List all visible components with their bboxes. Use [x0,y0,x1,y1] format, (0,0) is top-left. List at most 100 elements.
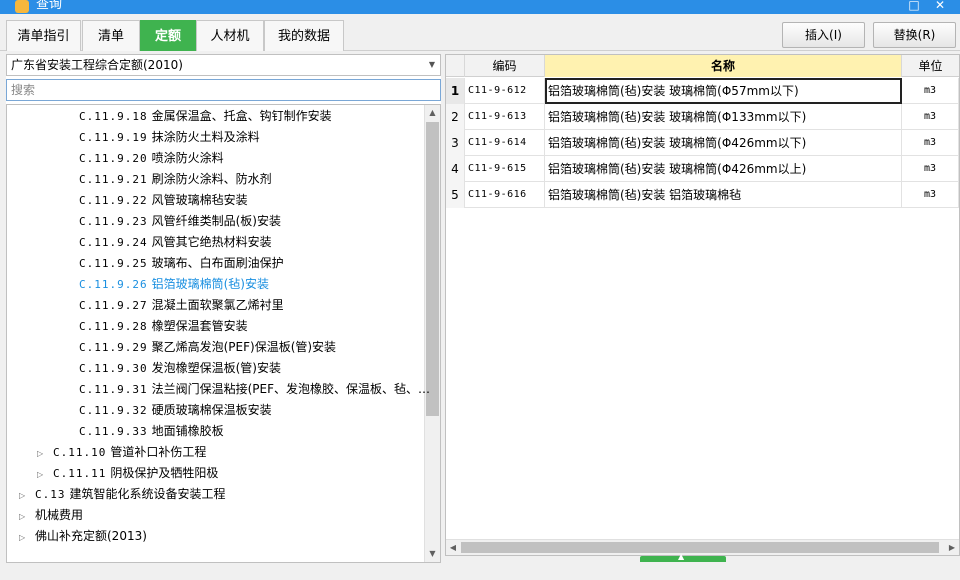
row-index[interactable]: 3 [446,130,465,156]
row-unit[interactable]: m3 [902,130,959,156]
tree-item[interactable]: C.11.9.18 金属保温盒、托盒、钩钉制作安装 [71,106,332,127]
header-unit[interactable]: 单位 [902,55,959,77]
expand-arrow-icon[interactable]: ▷ [37,443,47,464]
tree-item[interactable]: C.11.9.26 铝箔玻璃棉筒(毡)安装 [71,274,269,295]
replace-button[interactable]: 替换(R) [873,22,956,48]
tree-item-code: C.11.9.24 [79,236,148,249]
header-code[interactable]: 编码 [465,55,545,77]
tree-item-label: 机械费用 [35,508,84,522]
tree-item[interactable]: C.11.9.32 硬质玻璃棉保温板安装 [71,400,272,421]
row-code[interactable]: C11-9-615 [465,156,545,182]
tree-item-code: C.11.9.22 [79,194,148,207]
tree-item-code: C.11.9.29 [79,341,148,354]
tree-item-label: 铝箔玻璃棉筒(毡)安装 [151,277,269,291]
row-unit[interactable]: m3 [902,156,959,182]
tab-labor-material-machine[interactable]: 人材机 [196,20,264,51]
scroll-down-icon[interactable]: ▼ [425,546,440,562]
row-unit[interactable]: m3 [902,104,959,130]
tree-item[interactable]: C.11.9.23 风管纤维类制品(板)安装 [71,211,281,232]
tree-item[interactable]: ▷ 机械费用 [19,505,83,526]
expand-arrow-icon[interactable]: ▷ [19,506,29,527]
tree-item-code: C.11.10 [53,446,107,459]
quota-library-select[interactable]: 广东省安装工程综合定额(2010) ▼ [6,54,441,76]
row-index[interactable]: 5 [446,182,465,208]
tree-item-code: C.11.9.20 [79,152,148,165]
tree-item[interactable]: C.11.9.19 抹涂防火土料及涂料 [71,127,260,148]
tree-item-code: C.11.9.26 [79,278,148,291]
search-input[interactable] [6,79,441,101]
tree-item[interactable]: C.11.9.25 玻璃布、白布面刷油保护 [71,253,284,274]
tree-item-code: C.11.9.25 [79,257,148,270]
scroll-thumb[interactable] [426,122,439,416]
row-unit[interactable]: m3 [902,78,959,104]
row-name[interactable]: 铝箔玻璃棉筒(毡)安装 铝箔玻璃棉毡 [545,182,902,208]
tab-bill-guide[interactable]: 清单指引 [6,20,81,51]
tree-item-code: C.11.9.33 [79,425,148,438]
tree-item-code: C.11.9.30 [79,362,148,375]
close-icon[interactable]: ✕ [930,0,950,13]
table-row[interactable]: 4 C11-9-615 铝箔玻璃棉筒(毡)安装 玻璃棉筒(Φ426mm以上) m3 [446,156,959,182]
tree-item-code: C.11.9.23 [79,215,148,228]
row-code[interactable]: C11-9-614 [465,130,545,156]
tree-item[interactable]: ▷ C.11.10 管道补口补伤工程 [37,442,206,463]
tree-item-code: C.11.9.31 [79,383,148,396]
tree-item[interactable]: C.11.9.21 刷涂防火涂料、防水剂 [71,169,272,190]
row-name[interactable]: 铝箔玻璃棉筒(毡)安装 玻璃棉筒(Φ57mm以下) [545,78,902,104]
expand-arrow-icon[interactable]: ▷ [37,464,47,485]
tab-bar: 清单指引 清单 定额 人材机 我的数据 插入(I) 替换(R) [0,14,960,51]
tree-item[interactable]: C.11.9.20 喷涂防火涂料 [71,148,224,169]
tree-item[interactable]: C.11.9.33 地面铺橡胶板 [71,421,224,442]
tab-quota[interactable]: 定额 [140,20,196,51]
tree-item[interactable]: ▷ C.11.11 阴极保护及牺牲阳极 [37,463,218,484]
scroll-right-icon[interactable]: ▶ [945,540,959,555]
tree-item[interactable]: C.11.9.29 聚乙烯高发泡(PEF)保温板(管)安装 [71,337,336,358]
insert-button[interactable]: 插入(I) [782,22,865,48]
tree-item-code: C.13 [35,488,66,501]
row-unit[interactable]: m3 [902,182,959,208]
left-panel: 广东省安装工程综合定额(2010) ▼ ▲ ▼ C.11.9.18金属保温盒、托… [6,54,441,563]
row-index[interactable]: 4 [446,156,465,182]
window-title: 查询 [36,0,63,12]
tab-bill[interactable]: 清单 [82,20,140,51]
row-name[interactable]: 铝箔玻璃棉筒(毡)安装 玻璃棉筒(Φ133mm以下) [545,104,902,130]
scroll-up-icon[interactable]: ▲ [425,105,440,121]
row-index[interactable]: 2 [446,104,465,130]
expand-arrow-icon[interactable]: ▷ [19,485,29,506]
tree-item-label: 聚乙烯高发泡(PEF)保温板(管)安装 [151,340,337,354]
row-name[interactable]: 铝箔玻璃棉筒(毡)安装 玻璃棉筒(Φ426mm以上) [545,156,902,182]
dropdown-arrow-icon[interactable]: ▼ [429,55,435,75]
tree-item[interactable]: C.11.9.24 风管其它绝热材料安装 [71,232,272,253]
tree-item-code: C.11.9.32 [79,404,148,417]
tree-item[interactable]: C.11.9.28 橡塑保温套管安装 [71,316,248,337]
row-index[interactable]: 1 [446,78,465,104]
row-code[interactable]: C11-9-612 [465,78,545,104]
tree-item-label: 建筑智能化系统设备安装工程 [69,487,226,501]
tree-item[interactable]: ▷ C.13 建筑智能化系统设备安装工程 [19,484,226,505]
h-scroll-thumb[interactable] [461,542,939,553]
tree-item[interactable]: C.11.9.22 风管玻璃棉毡安装 [71,190,248,211]
maximize-icon[interactable]: □ [904,0,924,13]
expand-arrow-icon[interactable]: ▷ [19,527,29,548]
tree-vertical-scrollbar[interactable]: ▲ ▼ [424,105,440,562]
table-row[interactable]: 1 C11-9-612 铝箔玻璃棉筒(毡)安装 玻璃棉筒(Φ57mm以下) m3 [446,78,959,104]
tree-item[interactable]: ▷ 佛山补充定额(2013) [19,526,147,547]
tree-item[interactable]: C.11.9.31 法兰阀门保温粘接(PEF、发泡橡胶、保温板、毡、… [71,379,430,400]
row-code[interactable]: C11-9-613 [465,104,545,130]
row-code[interactable]: C11-9-616 [465,182,545,208]
grid-horizontal-scrollbar[interactable]: ◀ ▶ [446,539,959,555]
tree-item[interactable]: C.11.9.27 混凝土面软聚氯乙烯衬里 [71,295,284,316]
header-name[interactable]: 名称 [545,55,902,77]
table-row[interactable]: 2 C11-9-613 铝箔玻璃棉筒(毡)安装 玻璃棉筒(Φ133mm以下) m3 [446,104,959,130]
title-bar: 查询 □ ✕ [0,0,960,14]
scroll-left-icon[interactable]: ◀ [446,540,460,555]
table-row[interactable]: 5 C11-9-616 铝箔玻璃棉筒(毡)安装 铝箔玻璃棉毡 m3 [446,182,959,208]
tree-item-label: 抹涂防火土料及涂料 [151,130,260,144]
tree-item[interactable]: C.11.9.30 发泡橡塑保温板(管)安装 [71,358,281,379]
splitter-grip[interactable]: ▲ [640,552,726,562]
table-row[interactable]: 3 C11-9-614 铝箔玻璃棉筒(毡)安装 玻璃棉筒(Φ426mm以下) m3 [446,130,959,156]
header-index [446,55,465,77]
row-name[interactable]: 铝箔玻璃棉筒(毡)安装 玻璃棉筒(Φ426mm以下) [545,130,902,156]
tree-item-label: 管道补口补伤工程 [110,445,207,459]
tree-item-label: 阴极保护及牺牲阳极 [110,466,219,480]
tab-my-data[interactable]: 我的数据 [264,20,344,51]
